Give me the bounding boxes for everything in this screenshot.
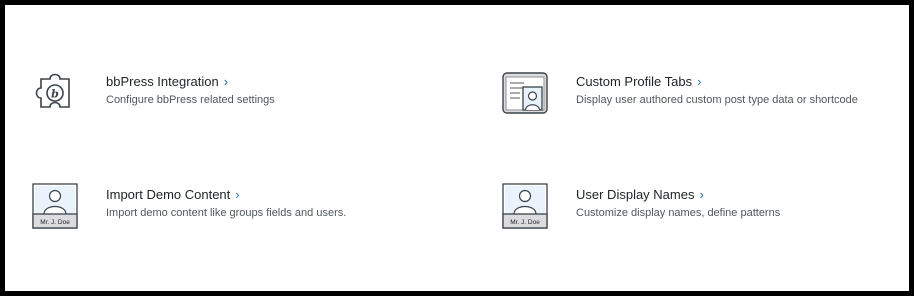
user-card-badge-text: Mr. J. Doe (510, 219, 540, 226)
card-description: Customize display names, define patterns (576, 207, 781, 219)
chevron-right-icon: › (223, 74, 229, 89)
card-description: Display user authored custom post type d… (576, 94, 858, 106)
card-title: Import Demo Content › (106, 187, 240, 202)
import-demo-content-card[interactable]: Mr. J. Doe Import Demo Content › Import d… (32, 183, 346, 229)
user-card-badge-text: Mr. J. Doe (40, 219, 70, 226)
profile-tabs-icon (502, 70, 548, 116)
custom-profile-tabs-card[interactable]: Custom Profile Tabs › Display user author… (502, 70, 858, 116)
chevron-right-icon: › (697, 74, 702, 89)
card-title: bbPress Integration › (106, 74, 229, 89)
puzzle-piece-icon: b (32, 70, 78, 116)
card-description: Configure bbPress related settings (106, 94, 275, 106)
svg-text:b: b (51, 88, 59, 101)
chevron-right-icon: › (235, 187, 240, 202)
settings-panel: b bbPress Integration › Configure bbPress… (5, 5, 909, 291)
user-card-icon: Mr. J. Doe (502, 183, 548, 229)
card-description: Import demo content like groups fields a… (106, 207, 347, 219)
user-card-icon: Mr. J. Doe (32, 183, 78, 229)
card-title: Custom Profile Tabs › (576, 74, 702, 89)
bbpress-integration-card[interactable]: b bbPress Integration › Configure bbPress… (32, 70, 275, 116)
user-display-names-card[interactable]: Mr. J. Doe User Display Names › Customize… (502, 183, 780, 229)
chevron-right-icon: › (699, 187, 704, 202)
card-title: User Display Names › (576, 187, 704, 202)
